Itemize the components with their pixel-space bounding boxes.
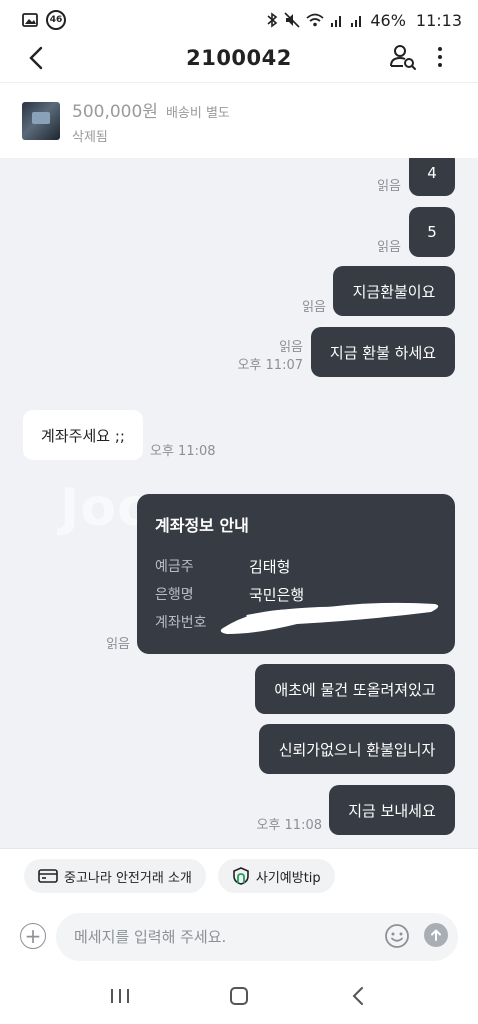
emoji-button[interactable] xyxy=(384,923,410,949)
message-text: 지금환불이요 xyxy=(352,282,436,301)
recent-apps-icon xyxy=(110,989,129,1003)
product-price: 500,000원 xyxy=(72,101,158,122)
user-search-icon xyxy=(390,45,416,70)
message-text: 신뢰가없으니 환불입니자 xyxy=(278,740,436,759)
recent-apps-button[interactable] xyxy=(100,976,140,1016)
read-receipt: 읽음 xyxy=(106,637,130,652)
message-time: 오후 11:08 xyxy=(256,818,322,833)
message-time: 오후 11:08 xyxy=(150,444,216,459)
clock: 11:13 xyxy=(415,10,462,30)
account-info-card[interactable]: 계좌정보 안내 예금주 김태형 은행명 국민은행 계좌번호 xyxy=(137,494,455,654)
message-bubble-out[interactable]: 5 xyxy=(409,207,455,257)
message-time: 오후 11:07 xyxy=(237,358,303,373)
shipping-note: 배송비 별도 xyxy=(165,105,230,121)
read-receipt: 읽음 xyxy=(377,179,401,194)
system-nav-bar xyxy=(0,972,478,1020)
chat-header: 2100042 xyxy=(0,36,478,80)
redaction-scribble xyxy=(220,602,439,634)
bluetooth-icon xyxy=(267,12,278,28)
message-text: 애초에 물건 또올려져있고 xyxy=(274,680,436,699)
user-search-button[interactable] xyxy=(388,42,418,72)
product-thumbnail[interactable] xyxy=(22,101,60,140)
smiley-icon xyxy=(385,924,409,948)
safe-trade-label: 중고나라 안전거래 소개 xyxy=(64,870,192,886)
read-receipt: 읽음 xyxy=(377,240,401,255)
fraud-tip-label: 사기예방tip xyxy=(255,870,321,886)
card-icon xyxy=(38,869,58,883)
account-holder-row: 예금주 김태형 xyxy=(155,552,437,580)
message-bubble-out[interactable]: 지금 보내세요 xyxy=(329,785,455,835)
message-bubble-out[interactable]: 애초에 물건 또올려져있고 xyxy=(255,664,455,714)
chat-area[interactable]: Joonggonara 4 읽음 5 읽음 지금환불이요 읽음 지금 환불 하세… xyxy=(0,158,478,848)
chevron-left-icon xyxy=(352,987,364,1005)
attach-button[interactable]: + xyxy=(20,923,46,949)
read-receipt: 읽음 xyxy=(302,300,326,315)
message-text: 지금 보내세요 xyxy=(348,801,436,820)
chevron-left-icon xyxy=(29,46,43,70)
status-left: 46 xyxy=(22,10,66,30)
message-text: 4 xyxy=(427,164,437,182)
system-back-button[interactable] xyxy=(338,976,378,1016)
fraud-tip-chip[interactable]: 사기예방tip xyxy=(217,859,335,893)
status-bar: 46 46% 11:13 xyxy=(0,0,478,40)
home-icon xyxy=(229,987,248,1005)
account-holder-label: 예금주 xyxy=(155,559,194,575)
account-card-title: 계좌정보 안내 xyxy=(155,516,249,535)
gallery-icon xyxy=(22,13,38,27)
back-button[interactable] xyxy=(20,42,52,74)
account-holder-value: 김태형 xyxy=(249,557,291,576)
message-bubble-out[interactable]: 4 xyxy=(409,158,455,196)
price-line: 500,000원 배송비 별도 xyxy=(72,97,230,122)
home-button[interactable] xyxy=(219,976,259,1016)
message-text: 5 xyxy=(427,223,437,241)
arrow-up-icon xyxy=(431,929,441,941)
more-dot-icon xyxy=(438,63,442,67)
more-dot-icon xyxy=(438,47,442,51)
product-bar[interactable]: 500,000원 배송비 별도 삭제됨 xyxy=(0,82,478,158)
signal-icon-1 xyxy=(331,16,342,27)
battery-level: 46% xyxy=(370,10,406,30)
message-bubble-out[interactable]: 지금 환불 하세요 xyxy=(311,327,455,377)
message-text: 지금 환불 하세요 xyxy=(329,343,437,362)
mute-icon xyxy=(284,12,300,28)
shield-lock-icon xyxy=(233,867,249,885)
signal-icon-2 xyxy=(351,16,362,27)
message-text: 계좌주세요 ;; xyxy=(41,426,125,445)
status-right: 46% 11:13 xyxy=(266,11,462,30)
message-bubble-out[interactable]: 지금환불이요 xyxy=(333,266,455,316)
message-meta: 읽음 오후 11:07 xyxy=(237,339,303,375)
plus-icon: + xyxy=(24,924,42,948)
more-dot-icon xyxy=(438,55,442,59)
read-receipt: 읽음 xyxy=(279,340,303,355)
send-button[interactable] xyxy=(424,923,448,947)
product-status: 삭제됨 xyxy=(72,129,108,145)
message-bubble-in[interactable]: 계좌주세요 ;; xyxy=(23,410,143,460)
quick-chips: 중고나라 안전거래 소개 사기예방tip xyxy=(24,859,335,893)
wifi-icon xyxy=(306,13,324,27)
more-options-button[interactable] xyxy=(428,42,452,72)
network-badge: 46 xyxy=(46,10,66,30)
message-bubble-out[interactable]: 신뢰가없으니 환불입니자 xyxy=(259,724,455,774)
product-info: 500,000원 배송비 별도 삭제됨 xyxy=(72,97,230,145)
safe-trade-chip[interactable]: 중고나라 안전거래 소개 xyxy=(24,859,206,893)
message-input[interactable] xyxy=(74,928,364,946)
